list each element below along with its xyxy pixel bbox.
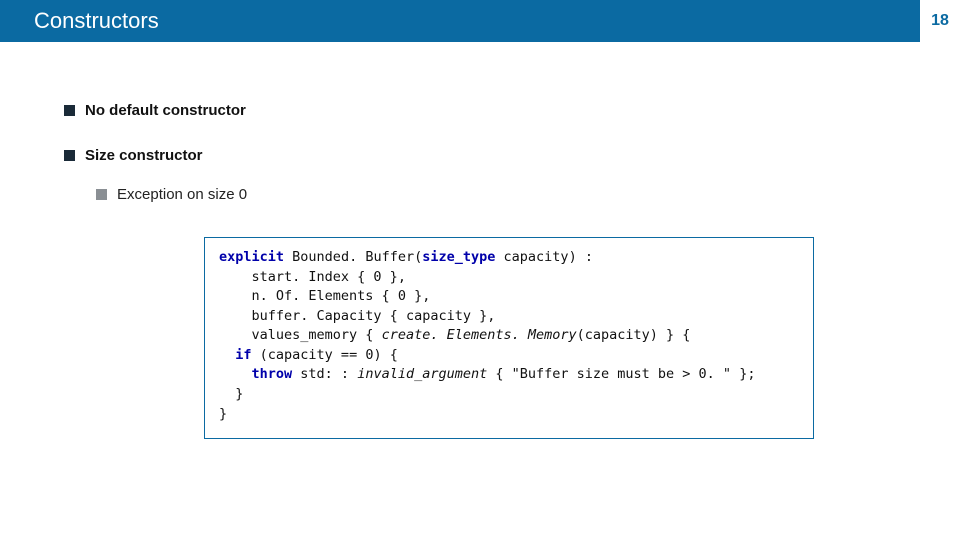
code-line: std: : <box>292 366 357 382</box>
code-line: buffer. Capacity { capacity }, <box>252 308 496 324</box>
code-line: n. Of. Elements { 0 }, <box>252 288 431 304</box>
string-literal: { "Buffer size must be > 0. " }; <box>487 366 755 382</box>
sub-bullet-text: Exception on size 0 <box>117 186 247 203</box>
keyword-if: if <box>235 347 251 363</box>
code-line: values_memory { <box>252 327 382 343</box>
bullet-text: No default constructor <box>85 102 246 119</box>
bullet-text: Size constructor <box>85 147 203 164</box>
slide-body: No default constructor Size constructor … <box>0 42 960 439</box>
code-content: explicit Bounded. Buffer(size_type capac… <box>219 248 799 424</box>
param: capacity <box>504 249 569 265</box>
keyword-explicit: explicit <box>219 249 284 265</box>
slide: Constructors 18 No default constructor S… <box>0 0 960 540</box>
type-size: size_type <box>422 249 495 265</box>
code-line: (capacity == 0) { <box>252 347 398 363</box>
bullet-item: No default constructor <box>64 102 910 119</box>
slide-title: Constructors <box>0 0 918 42</box>
code-line: } <box>235 386 243 402</box>
code-line: start. Index { 0 }, <box>252 269 406 285</box>
page-number: 18 <box>918 0 960 42</box>
bullet-item: Size constructor <box>64 147 910 164</box>
square-bullet-icon <box>96 189 107 200</box>
ctor-name: Bounded. Buffer <box>292 249 414 265</box>
keyword-throw: throw <box>252 366 293 382</box>
code-line: (capacity) } { <box>577 327 691 343</box>
code-block: explicit Bounded. Buffer(size_type capac… <box>204 237 814 439</box>
fn-name: create. Elements. Memory <box>382 327 577 343</box>
sub-bullet-item: Exception on size 0 <box>96 186 910 203</box>
slide-header: Constructors 18 <box>0 0 960 42</box>
code-line: } <box>219 406 227 422</box>
square-bullet-icon <box>64 150 75 161</box>
exc-type: invalid_argument <box>357 366 487 382</box>
square-bullet-icon <box>64 105 75 116</box>
